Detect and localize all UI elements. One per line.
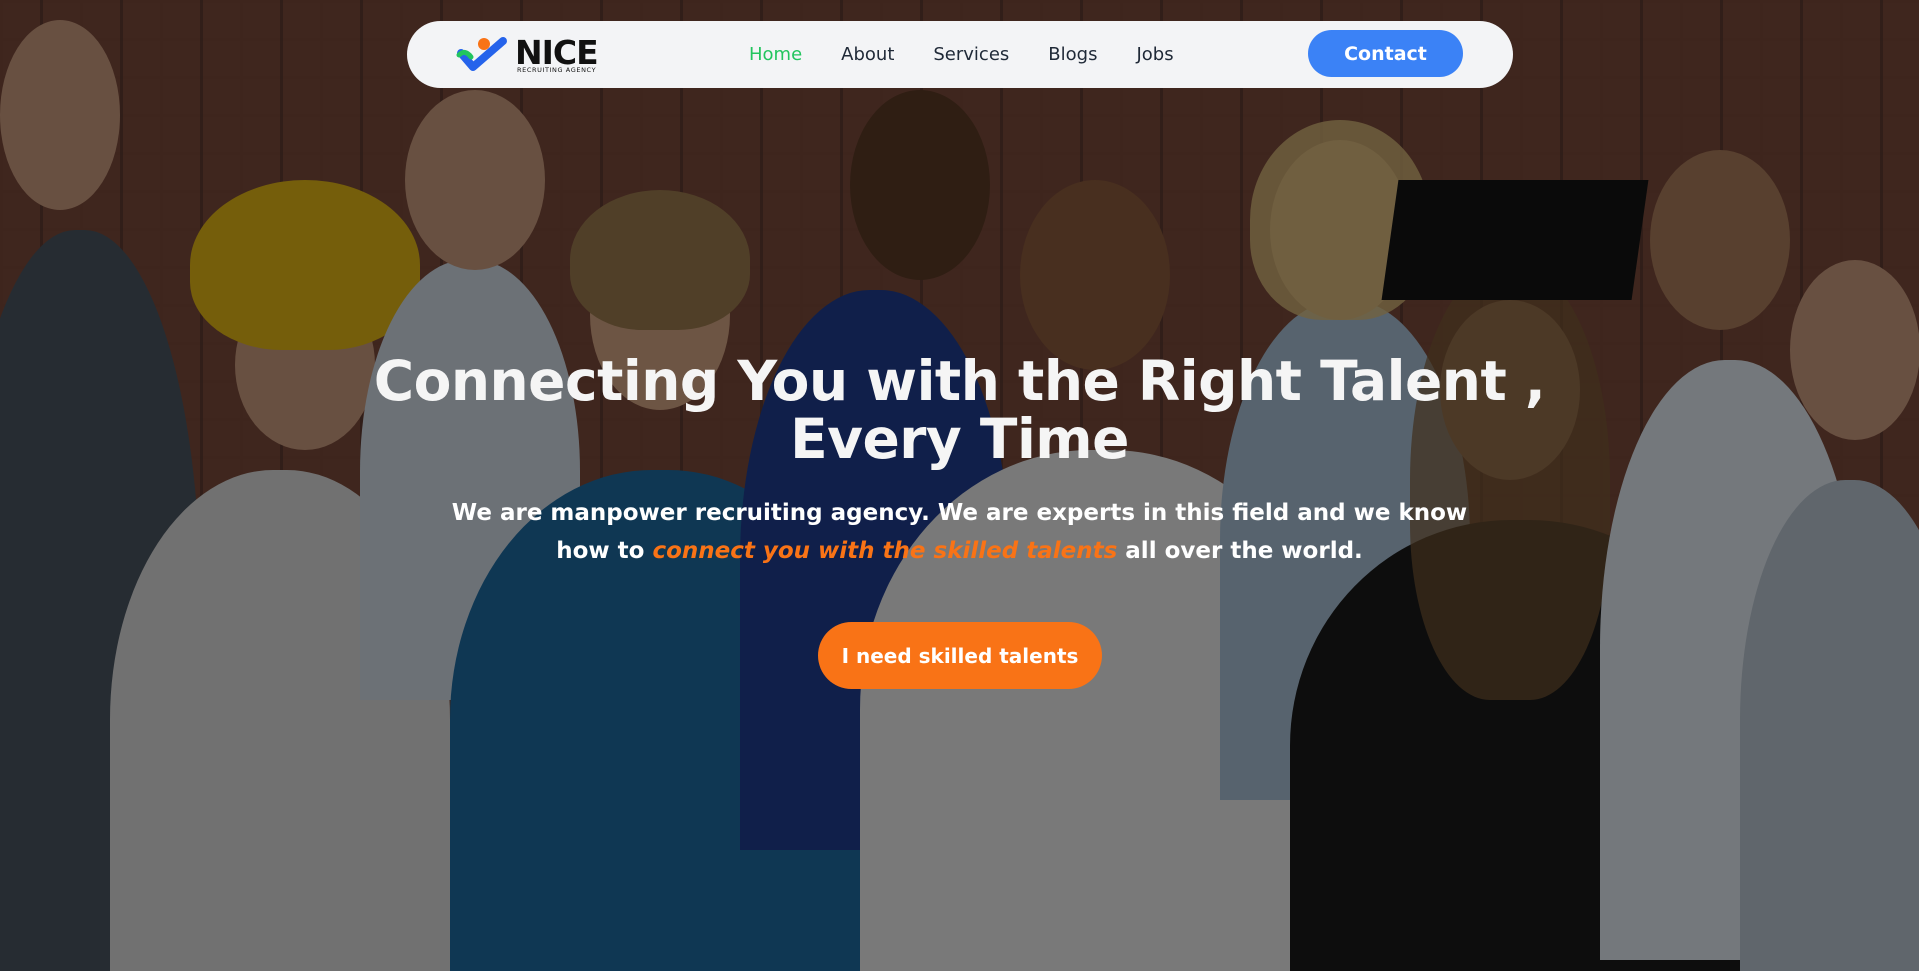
- nav-menu: Home About Services Blogs Jobs: [749, 21, 1213, 88]
- hero-subtitle-line-1: We are manpower recruiting agency. We ar…: [451, 500, 1468, 526]
- hero-subtitle: We are manpower recruiting agency. We ar…: [0, 494, 1919, 570]
- brand-logo[interactable]: NICE RECRUITING AGENCY: [455, 33, 615, 77]
- hero-title-line-2: Every Time: [790, 407, 1129, 471]
- nav-link-about[interactable]: About: [841, 44, 894, 65]
- brand-tagline: RECRUITING AGENCY: [517, 66, 597, 74]
- hero-title-line-1: Connecting You with the Right Talent ,: [373, 349, 1546, 413]
- contact-button[interactable]: Contact: [1308, 30, 1463, 77]
- hero-subtitle-suffix: all over the world.: [1117, 538, 1363, 564]
- nav-link-jobs[interactable]: Jobs: [1136, 44, 1173, 65]
- hero-title: Connecting You with the Right Talent , E…: [0, 352, 1919, 468]
- cta-skilled-talents-button[interactable]: I need skilled talents: [818, 622, 1102, 689]
- nav-link-home[interactable]: Home: [749, 44, 802, 65]
- checkmark-logo-icon: [456, 37, 507, 71]
- hero-subtitle-highlight: connect you with the skilled talents: [652, 538, 1118, 564]
- hero-subtitle-prefix: how to: [556, 538, 653, 564]
- top-navbar: NICE RECRUITING AGENCY Home About Servic…: [407, 21, 1513, 88]
- dark-overlay: [0, 0, 1919, 971]
- hero-background-photo: [0, 0, 1919, 971]
- nav-link-blogs[interactable]: Blogs: [1048, 44, 1097, 65]
- nav-link-services[interactable]: Services: [933, 44, 1009, 65]
